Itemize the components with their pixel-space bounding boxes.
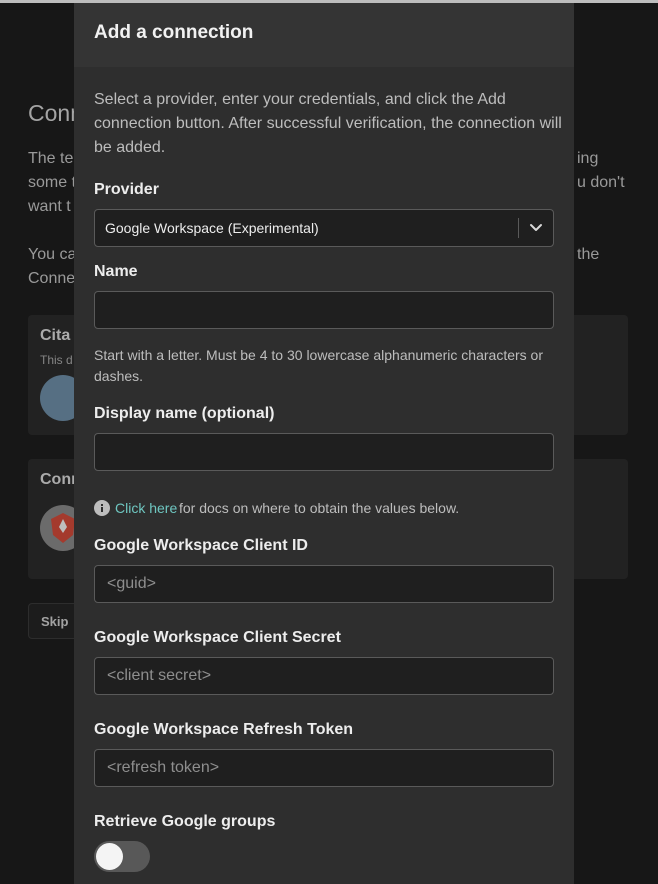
client-secret-field[interactable] <box>94 657 554 695</box>
retrieve-groups-label: Retrieve Google groups <box>94 813 276 830</box>
name-help-text: Start with a letter. Must be 4 to 30 low… <box>94 347 543 384</box>
retrieve-groups-toggle[interactable] <box>94 841 150 872</box>
name-field[interactable] <box>94 291 554 329</box>
client-id-label: Google Workspace Client ID <box>94 537 308 554</box>
docs-link[interactable]: Click here <box>115 500 177 516</box>
provider-label: Provider <box>94 181 159 198</box>
modal-header: Add a connection <box>74 3 574 67</box>
client-id-field[interactable] <box>94 565 554 603</box>
client-secret-label: Google Workspace Client Secret <box>94 629 341 646</box>
display-name-label: Display name (optional) <box>94 405 275 422</box>
provider-selected-value: Google Workspace (Experimental) <box>105 220 319 236</box>
refresh-token-field[interactable] <box>94 749 554 787</box>
modal-intro-text: Select a provider, enter your credential… <box>94 91 562 156</box>
docs-text: for docs on where to obtain the values b… <box>179 500 460 516</box>
chevron-down-icon[interactable] <box>525 218 547 238</box>
modal-title: Add a connection <box>94 22 254 43</box>
display-name-field[interactable] <box>94 433 554 471</box>
add-connection-modal: Add a connection Select a provider, ente… <box>74 3 574 884</box>
provider-select[interactable]: Google Workspace (Experimental) <box>94 209 554 247</box>
info-icon <box>94 500 110 516</box>
client-secret-input[interactable] <box>95 658 553 694</box>
name-input[interactable] <box>95 292 553 328</box>
toggle-knob <box>96 843 123 870</box>
client-id-input[interactable] <box>95 566 553 602</box>
display-name-input[interactable] <box>95 434 553 470</box>
select-divider <box>518 218 519 238</box>
refresh-token-input[interactable] <box>95 750 553 786</box>
refresh-token-label: Google Workspace Refresh Token <box>94 721 354 738</box>
name-label: Name <box>94 263 138 280</box>
